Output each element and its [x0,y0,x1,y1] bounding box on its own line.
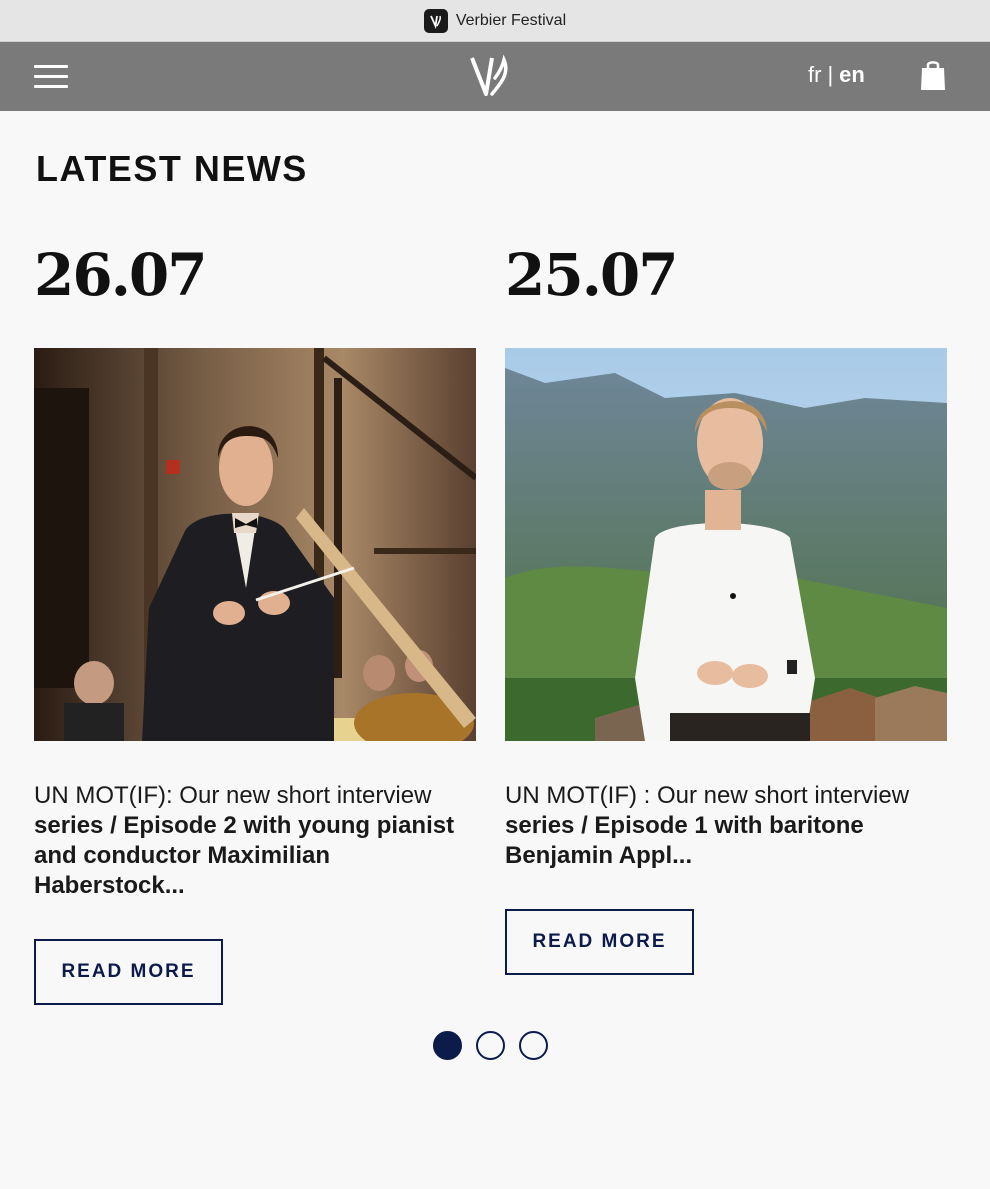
hamburger-menu-icon[interactable] [34,62,68,90]
conductor-photo[interactable] [34,348,476,741]
carousel-dot[interactable] [433,1031,462,1060]
read-more-button[interactable]: READ MORE [34,939,223,1005]
read-more-button[interactable]: READ MORE [505,909,694,975]
article-title-prefix: UN MOT(IF) : Our new short interview [505,782,910,809]
language-switcher: fr | en [808,62,865,88]
site-header: fr | en [0,42,990,111]
article-title-rest: series / Episode 1 with baritone Benjami… [505,812,864,869]
article-title[interactable]: UN MOT(IF): Our new short interview seri… [34,781,476,901]
lang-en-link[interactable]: en [839,62,865,88]
carousel-dot[interactable] [476,1031,505,1060]
article-title[interactable]: UN MOT(IF) : Our new short interview ser… [505,781,947,871]
news-card: 25.07 UN MOT(IF) : Our new short intervi… [505,240,947,975]
article-title-prefix: UN MOT(IF): Our new short interview [34,782,432,809]
browser-tab-bar: Verbier Festival [0,0,990,42]
carousel-dot[interactable] [519,1031,548,1060]
article-date: 26.07 [34,241,208,309]
favicon-icon [423,8,448,33]
article-date: 25.07 [505,241,679,309]
news-card: 26.07 UN MOT(IF): Our new short intervie… [34,240,476,1005]
baritone-photo[interactable] [505,348,947,741]
section-title: LATEST NEWS [36,148,308,189]
carousel-pagination [433,1031,548,1060]
browser-tab-title: Verbier Festival [455,11,567,29]
verbier-festival-logo[interactable] [468,54,514,98]
lang-separator: | [827,62,834,87]
article-title-rest: series / Episode 2 with young pianist an… [34,812,455,899]
shopping-bag-icon[interactable] [919,59,947,91]
lang-fr-link[interactable]: fr [808,62,821,88]
